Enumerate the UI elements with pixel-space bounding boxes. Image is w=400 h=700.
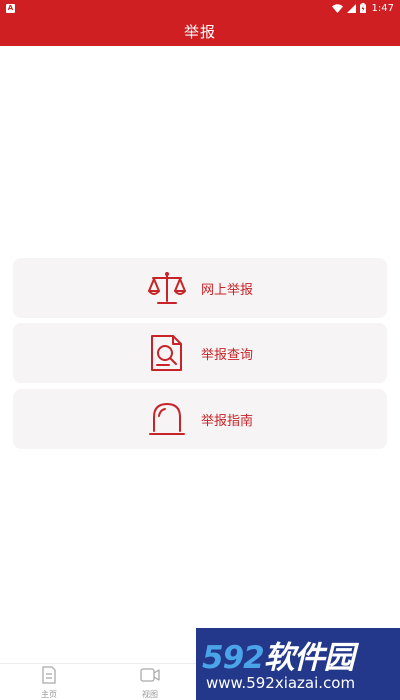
watermark-url: www.592xiazai.com bbox=[206, 674, 356, 692]
tab-view[interactable]: 视图 bbox=[130, 666, 170, 700]
document-icon bbox=[41, 666, 57, 688]
menu-label: 举报指南 bbox=[200, 413, 253, 429]
document-search-icon bbox=[147, 333, 187, 373]
tab-home-label: 主页 bbox=[41, 690, 57, 699]
alarm-light-icon bbox=[147, 399, 187, 439]
status-bar: A 1:47 bbox=[0, 0, 400, 16]
watermark-logo: 592软件园 bbox=[202, 632, 355, 677]
notification-icon: A bbox=[6, 3, 15, 13]
scales-icon bbox=[147, 268, 187, 308]
watermark-logo-text: 软件园 bbox=[263, 640, 355, 676]
screen: A 1:47 举报 网上举报 举报查询 举报指南 主页 视图 592软件园 ww… bbox=[0, 0, 400, 700]
watermark-digits: 592 bbox=[202, 640, 265, 676]
tab-home[interactable]: 主页 bbox=[29, 666, 69, 700]
report-guide-button[interactable]: 举报指南 bbox=[13, 389, 387, 449]
video-icon bbox=[140, 666, 160, 688]
signal-icon bbox=[346, 3, 356, 13]
tab-view-label: 视图 bbox=[142, 690, 158, 699]
status-time: 1:47 bbox=[371, 2, 394, 14]
app-header: 举报 bbox=[0, 16, 400, 46]
page-title: 举报 bbox=[183, 22, 216, 41]
menu-label: 举报查询 bbox=[200, 347, 253, 363]
report-query-button[interactable]: 举报查询 bbox=[13, 323, 387, 383]
battery-icon bbox=[359, 3, 366, 13]
watermark: 592软件园 www.592xiazai.com bbox=[196, 628, 400, 700]
status-right: 1:47 bbox=[331, 2, 394, 14]
online-report-button[interactable]: 网上举报 bbox=[13, 258, 387, 318]
wifi-icon bbox=[331, 3, 343, 13]
menu-label: 网上举报 bbox=[200, 282, 253, 298]
